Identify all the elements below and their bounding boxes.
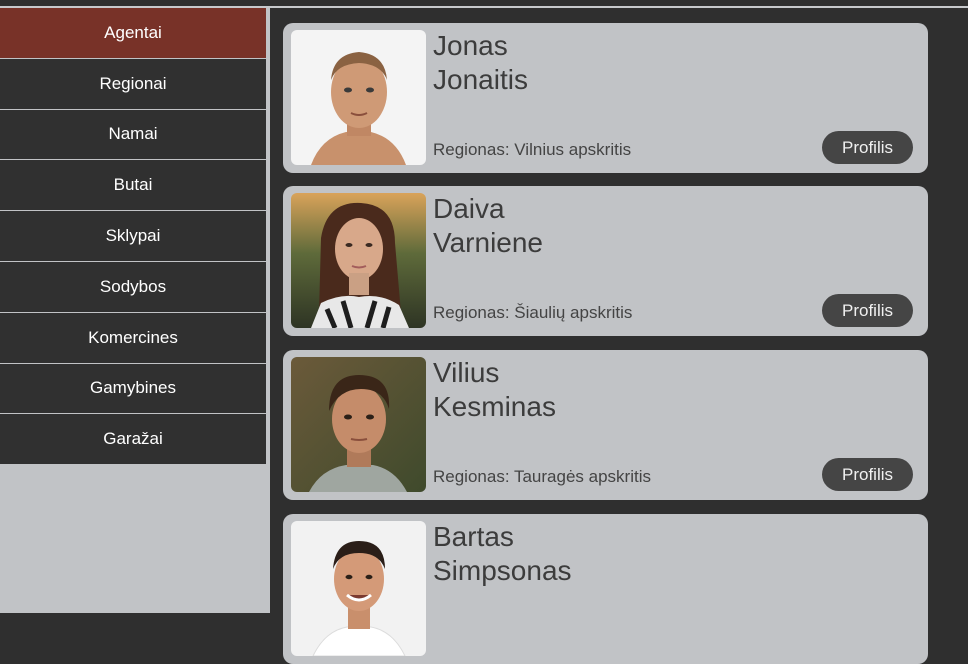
agent-photo [291, 357, 426, 492]
profile-button[interactable]: Profilis [822, 458, 913, 491]
sidebar-item-sklypai[interactable]: Sklypai [0, 211, 266, 262]
agent-last-name: Jonaitis [433, 64, 528, 95]
agent-last-name: Varniene [433, 227, 544, 258]
sidebar-item-agentai[interactable]: Agentai [0, 8, 266, 59]
agents-list: Jonas Jonaitis Regionas: Vilnius apskrit… [270, 8, 968, 664]
sidebar-item-regionai[interactable]: Regionai [0, 58, 266, 110]
agent-card: Bartas Simpsonas [283, 514, 928, 664]
sidebar-item-gamybines[interactable]: Gamybines [0, 363, 266, 415]
agent-first-name: Vilius [433, 357, 500, 388]
agent-photo [291, 193, 426, 328]
agent-card: Daiva Varniene Regionas: Šiaulių apskrit… [283, 186, 928, 336]
agent-portrait-icon [291, 357, 426, 492]
agent-last-name: Kesminas [433, 391, 556, 422]
agent-first-name: Daiva [433, 193, 505, 224]
profile-button[interactable]: Profilis [822, 294, 913, 327]
agent-photo [291, 521, 426, 656]
profile-button[interactable]: Profilis [822, 131, 913, 164]
sidebar-item-sodybos[interactable]: Sodybos [0, 261, 266, 313]
sidebar-item-komercines[interactable]: Komercines [0, 312, 266, 364]
sidebar-nav: Agentai Regionai Namai Butai Sklypai Sod… [0, 8, 266, 613]
agent-first-name: Bartas [433, 521, 514, 552]
agent-region: Regionas: Vilnius apskritis [433, 140, 632, 159]
sidebar-item-garazai[interactable]: Garažai [0, 414, 266, 466]
agent-region: Regionas: Šiaulių apskritis [433, 303, 633, 322]
agent-photo [291, 30, 426, 165]
sidebar-item-namai[interactable]: Namai [0, 109, 266, 161]
agent-portrait-icon [291, 30, 426, 165]
agent-portrait-icon [291, 521, 426, 656]
agent-card: Vilius Kesminas Regionas: Tauragės apskr… [283, 350, 928, 500]
agent-portrait-icon [291, 193, 426, 328]
top-border [0, 0, 968, 8]
agent-region: Regionas: Tauragės apskritis [433, 467, 651, 486]
sidebar-item-butai[interactable]: Butai [0, 160, 266, 212]
agent-first-name: Jonas [433, 30, 508, 61]
agent-last-name: Simpsonas [433, 555, 572, 586]
agent-card: Jonas Jonaitis Regionas: Vilnius apskrit… [283, 23, 928, 173]
